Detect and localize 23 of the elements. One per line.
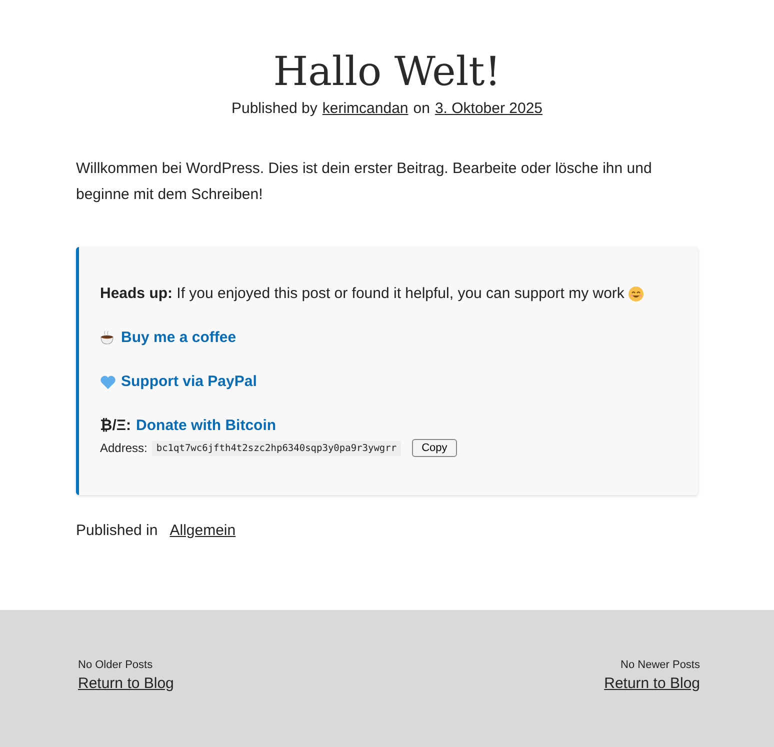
byline-text: on: [413, 100, 430, 117]
category-label: Published in: [76, 522, 158, 539]
author-link[interactable]: kerimcandan: [322, 100, 408, 117]
heart-icon: [100, 374, 116, 390]
return-link[interactable]: Return to Blog: [604, 675, 700, 692]
byline-text: Published by: [231, 100, 318, 117]
nav-note: No Older Posts: [78, 659, 154, 671]
smiley-icon: [628, 286, 644, 302]
date-link[interactable]: 3. Oktober 2025: [434, 100, 543, 117]
nav-note: No Newer Posts: [620, 659, 700, 671]
post-title: Hallo Welt!: [272, 48, 502, 97]
crypto-symbols: ₿/Ξ:: [100, 417, 132, 434]
category-link[interactable]: Allgemein: [170, 522, 236, 539]
support-link[interactable]: Buy me a coffee: [121, 329, 236, 346]
support-link[interactable]: Donate with Bitcoin: [136, 417, 276, 434]
coffee-cup-icon: [100, 330, 116, 346]
bitcoin-address: bc1qt7wc6jfth4t2szc2hp6340sqp3y0pa9r3ywgrr: [152, 440, 401, 456]
copy-button[interactable]: Copy: [412, 439, 458, 457]
address-label: Address:: [100, 441, 148, 455]
support-link[interactable]: Support via PayPal: [121, 373, 257, 390]
support-paragraph: Heads up: If you enjoyed this post or found it helpful, you can support my work: [100, 285, 624, 302]
return-link[interactable]: Return to Blog: [78, 675, 174, 692]
post-paragraph: Willkommen bei WordPress. Dies ist dein erster Beitrag. Bearbeite oder lösche ihn und beginne mit dem Schreiben!: [76, 159, 653, 205]
